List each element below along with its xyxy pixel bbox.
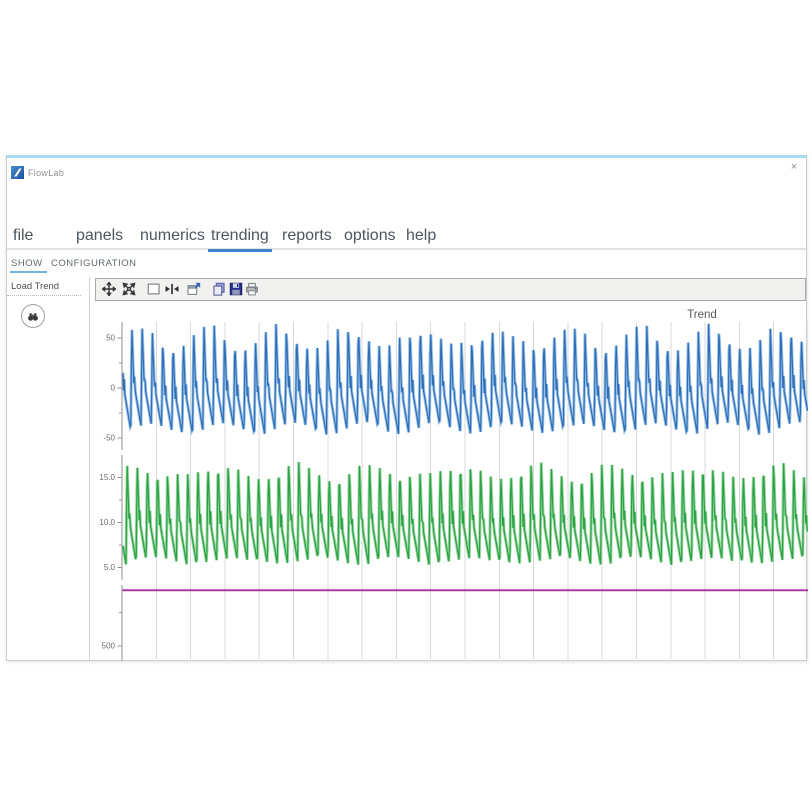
subtab-configuration[interactable]: CONFIGURATION [51, 258, 137, 269]
app-window: FlowLab × file panels numerics trending repo… [6, 155, 807, 661]
content-area: Load Trend Trend500-5015.010.05.0500 [7, 277, 806, 660]
y-tick-label: 5.0 [104, 563, 116, 572]
zoom-box-icon[interactable] [147, 282, 163, 298]
save-icon[interactable] [229, 282, 245, 298]
y-tick-label: 500 [102, 641, 116, 650]
center-cursor-icon[interactable] [165, 282, 181, 298]
export-window-icon[interactable] [187, 282, 203, 298]
y-tick-label: 0 [111, 384, 116, 393]
y-tick-label: -50 [103, 434, 115, 443]
print-icon[interactable] [245, 282, 261, 298]
menu-item-panels[interactable]: panels [76, 227, 123, 245]
menu-item-help[interactable]: help [406, 227, 436, 245]
copy-icon[interactable] [212, 282, 228, 298]
app-title: FlowLab [28, 168, 64, 178]
sidebar: Load Trend [7, 277, 89, 660]
y-tick-label: 50 [106, 334, 115, 343]
y-tick-label: 10.0 [99, 518, 115, 527]
menu-item-file[interactable]: file [13, 227, 33, 245]
y-tick-label: 15.0 [99, 473, 115, 482]
app-logo-icon [11, 166, 24, 179]
close-icon[interactable]: × [787, 160, 801, 174]
zoom-fit-icon[interactable] [122, 282, 138, 298]
sidebar-divider [7, 295, 81, 296]
menu-item-options[interactable]: options [344, 227, 396, 245]
chart-title: Trend [687, 309, 717, 321]
menu-item-reports[interactable]: reports [282, 227, 332, 245]
subtab-bar: SHOW CONFIGURATION [7, 256, 806, 273]
menu-item-numerics[interactable]: numerics [140, 227, 205, 245]
menubar: file panels numerics trending reports options… [7, 218, 806, 250]
chart-toolbar [95, 278, 806, 301]
sidebar-item-load-trend[interactable]: Load Trend [11, 281, 59, 292]
trend-chart[interactable]: Trend500-5015.010.05.0500 [95, 301, 808, 661]
subtab-show[interactable]: SHOW [11, 258, 43, 269]
chart-container: Trend500-5015.010.05.0500 [95, 301, 806, 660]
main-panel: Trend500-5015.010.05.0500 [89, 277, 806, 660]
binoculars-icon [26, 310, 40, 323]
titlebar: FlowLab × [7, 158, 806, 184]
pan-tool-icon[interactable] [102, 282, 118, 298]
load-trend-button[interactable] [21, 304, 45, 328]
menu-item-trending[interactable]: trending [211, 227, 269, 245]
